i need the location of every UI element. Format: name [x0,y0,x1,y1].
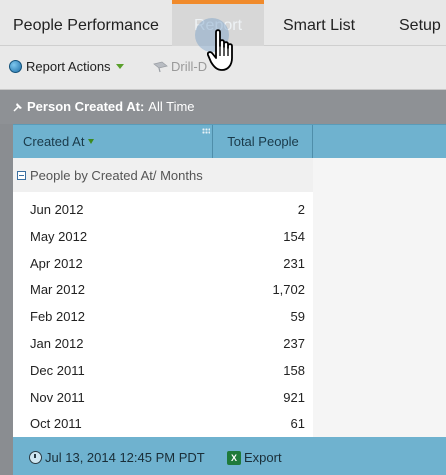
filter-summary[interactable]: Person Created At: All Time [12,99,195,114]
cell-month: Dec 2011 [30,362,85,378]
table-row[interactable]: Feb 2012 59 [13,303,313,330]
cell-total: 2 [297,202,305,217]
table-row[interactable]: Jan 2012 237 [13,330,313,357]
tab-setup[interactable]: Setup [399,0,441,46]
cell-month: Jun 2012 [30,202,84,217]
column-header-label: Created At [23,134,85,149]
filter-value: All Time [148,99,195,114]
cell-total: 237 [283,336,305,351]
grid-footer: Jul 13, 2014 12:45 PM PDT X Export [13,437,446,475]
cell-total: 231 [283,255,305,271]
cell-month: Jan 2012 [30,336,84,351]
filter-bar: Person Created At: All Time [0,90,446,124]
table-row[interactable]: Nov 2011 921 [13,384,313,411]
table-row[interactable]: Oct 2011 61 [13,410,313,437]
cell-month: May 2012 [30,228,88,244]
table-row[interactable]: May 2012 154 [13,223,313,250]
report-grid: Created At Total People People by Create… [13,124,446,437]
export-button[interactable]: X Export [227,450,282,465]
drill-down-label: Drill-D [171,59,208,74]
excel-icon: X [227,450,241,465]
sort-down-icon[interactable] [88,139,95,144]
group-row[interactable]: People by Created At/ Months [13,158,313,192]
cell-total: 61 [290,416,305,432]
table-row[interactable]: Apr 2012 231 [13,250,313,277]
clock-icon [29,451,42,464]
drill-down-button[interactable]: Drill-D [153,59,207,74]
cell-month: Feb 2012 [30,309,85,325]
refresh-timestamp[interactable]: Jul 13, 2014 12:45 PM PDT [29,450,205,465]
cell-total: 921 [283,389,305,405]
cell-total: 1,702 [272,282,305,298]
column-header-created-at[interactable]: Created At [13,125,213,158]
collapse-icon[interactable] [17,170,26,180]
drill-down-icon [153,61,168,72]
report-actions-button[interactable]: Report Actions [9,59,124,74]
chevron-down-icon [115,64,124,69]
group-label: People by Created At/ Months [30,167,203,183]
report-actions-label: Report Actions [26,59,111,74]
cell-month: Mar 2012 [30,282,85,298]
cell-month: Nov 2011 [30,389,85,405]
grid-header: Created At Total People [13,124,446,158]
grid-empty-area [313,158,446,437]
table-row[interactable]: Mar 2012 1,702 [13,276,313,303]
hand-cursor-icon [207,29,233,71]
timestamp-label: Jul 13, 2014 12:45 PM PDT [45,450,205,465]
table-row[interactable]: Dec 2011 158 [13,357,313,384]
filter-label: Person Created At: [27,99,145,114]
cell-total: 59 [290,309,305,325]
pin-icon [13,102,22,112]
cell-total: 154 [283,228,305,244]
cell-total: 158 [283,362,305,378]
globe-icon [9,60,22,73]
export-label: Export [244,450,282,465]
resize-grip-icon[interactable] [202,128,210,134]
column-header-total-people[interactable]: Total People [214,125,313,158]
cell-month: Oct 2011 [30,416,82,432]
table-row[interactable]: Jun 2012 2 [13,196,313,223]
grid-body: People by Created At/ Months Jun 2012 2 Ma… [13,158,313,437]
tab-people-performance[interactable]: People Performance [13,0,159,46]
cell-month: Apr 2012 [30,255,83,271]
tab-smart-list[interactable]: Smart List [283,0,355,46]
